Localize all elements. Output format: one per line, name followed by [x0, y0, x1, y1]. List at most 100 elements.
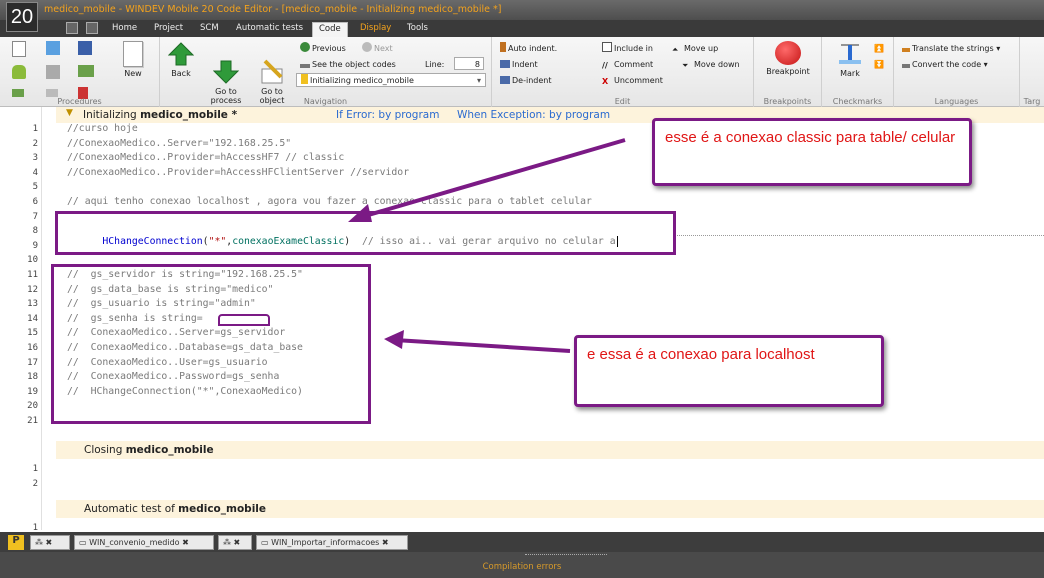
tab-code[interactable]: Code — [312, 22, 348, 37]
uncomment-button[interactable]: X Uncomment — [602, 74, 663, 87]
device-icon[interactable] — [46, 65, 62, 79]
window-title: medico_mobile - WINDEV Mobile 20 Code Ed… — [44, 4, 502, 15]
convert-code-button[interactable]: Convert the code ▾ — [902, 58, 988, 71]
menu-bar: Home Project SCM Automatic tests Code Di… — [0, 20, 1044, 37]
back-button[interactable]: Back — [166, 41, 196, 78]
code-line-1[interactable]: //curso hoje — [67, 123, 138, 134]
line-number[interactable]: 1 — [0, 124, 38, 134]
navigation-group: Back Go to process Go to object Previous… — [160, 37, 492, 107]
line-number[interactable]: 17 — [0, 358, 38, 368]
comment-button[interactable]: // Comment — [602, 58, 653, 71]
line-number[interactable]: 16 — [0, 343, 38, 353]
line-number[interactable]: 6 — [0, 197, 38, 207]
process-tab-icon[interactable]: P — [8, 535, 24, 550]
android-icon[interactable] — [12, 65, 28, 79]
tab-scm[interactable]: SCM — [194, 22, 225, 37]
line-number[interactable]: 8 — [0, 226, 38, 236]
next-button[interactable]: Next — [362, 42, 393, 55]
process-combo[interactable]: Initializing medico_mobile ▾ — [296, 73, 486, 87]
process-icon — [301, 74, 308, 84]
code-line-2[interactable]: //ConexaoMedico..Server="192.168.25.5" — [67, 138, 291, 149]
window-icon[interactable] — [78, 65, 96, 78]
comment-slash-icon: // — [602, 61, 608, 70]
line-number[interactable]: 5 — [0, 182, 38, 192]
checkmarks-group: Mark ⏫ ⏬ Checkmarks — [822, 37, 894, 107]
save-quick-icon[interactable] — [66, 22, 78, 34]
translate-strings-button[interactable]: Translate the strings ▾ — [902, 42, 1000, 55]
indent-button[interactable]: Indent — [500, 58, 538, 71]
move-up-label: Move up — [684, 44, 719, 53]
compilation-errors-pane[interactable]: Compilation errors — [0, 562, 1044, 572]
new-file-icon[interactable] — [12, 41, 28, 57]
line-number[interactable]: 2 — [0, 139, 38, 149]
line-number[interactable]: 11 — [0, 270, 38, 280]
line-number[interactable]: 21 — [0, 416, 38, 426]
section-header-automatic-test[interactable]: Automatic test of medico_mobile — [56, 500, 1044, 518]
tab-graph[interactable]: ⁂ ✖ — [30, 535, 70, 550]
line-number[interactable]: 3 — [0, 153, 38, 163]
line-number[interactable]: 18 — [0, 372, 38, 382]
line-number[interactable]: 2 — [0, 479, 38, 489]
move-up-button[interactable]: ⏶ Move up — [672, 42, 718, 55]
line-number[interactable]: 14 — [0, 314, 38, 324]
tab-tools[interactable]: Tools — [401, 22, 434, 37]
tab-project[interactable]: Project — [148, 22, 189, 37]
code-editor[interactable]: 1 2 3 4 5 6 7 8 9 10 11 12 13 14 15 16 17 18 19 20 21 1 2 1 ▼ I… — [0, 107, 1044, 533]
line-number[interactable]: 7 — [0, 212, 38, 222]
line-number[interactable]: 15 — [0, 328, 38, 338]
indent-label: Indent — [512, 60, 538, 69]
breakpoints-group: Breakpoint Breakpoints — [754, 37, 822, 107]
mark-icon — [837, 41, 863, 67]
splitter-handle[interactable] — [525, 554, 607, 555]
de-indent-label: De-indent — [512, 76, 552, 85]
line-number[interactable]: 4 — [0, 168, 38, 178]
tab-win-importar-informacoes[interactable]: ▭ WIN_Importar_informacoes ✖ — [256, 535, 408, 550]
if-error-option[interactable]: If Error: by program — [336, 109, 439, 121]
line-number[interactable]: 1 — [0, 464, 38, 474]
next-mark-icon[interactable]: ⏬ — [874, 58, 884, 71]
document-icon — [123, 41, 143, 67]
section-header-closing[interactable]: Closing medico_mobile — [56, 441, 1044, 459]
move-down-button[interactable]: ⏷ Move down — [682, 58, 740, 71]
highlight-box-localhost — [51, 264, 371, 424]
tab-graph-2[interactable]: ⁂ ✖ — [218, 535, 252, 550]
translate-label: Translate the strings — [912, 44, 994, 53]
line-number[interactable]: 19 — [0, 387, 38, 397]
de-indent-button[interactable]: De-indent — [500, 74, 551, 87]
line-number-input[interactable]: 8 — [454, 57, 484, 70]
new-label: New — [124, 69, 142, 78]
see-object-codes-button[interactable]: See the object codes — [300, 58, 396, 71]
tab-home[interactable]: Home — [106, 22, 143, 37]
breakpoint-button[interactable]: Breakpoint — [760, 41, 816, 76]
go-to-process-button[interactable]: Go to process — [206, 41, 246, 105]
chevron-down-icon: ▾ — [476, 76, 481, 85]
tab-win-convenio-medido[interactable]: ▭ WIN_convenio_medido ✖ — [74, 535, 214, 550]
line-number[interactable]: 9 — [0, 241, 38, 251]
annotation-arrow-1 — [348, 138, 626, 222]
new-procedure-button[interactable]: New — [118, 41, 148, 78]
navigation-label: Navigation — [303, 97, 348, 106]
mark-button[interactable]: Mark — [830, 41, 870, 78]
see-codes-label: See the object codes — [312, 60, 396, 69]
grid-quick-icon[interactable] — [86, 22, 98, 34]
previous-button[interactable]: Previous — [300, 42, 346, 55]
include-in-button[interactable]: Include in — [602, 42, 653, 55]
edit-group: Auto indent. Indent De-indent Include in… — [492, 37, 754, 107]
previous-mark-icon[interactable]: ⏫ — [874, 42, 884, 55]
code-line-3[interactable]: //ConexaoMedico..Provider=hAccessHF7 // … — [67, 152, 344, 163]
procedures-label: Procedures — [57, 97, 102, 106]
line-number[interactable]: 20 — [0, 401, 38, 411]
windev-logo[interactable]: 20 — [6, 2, 38, 32]
comment-label: Comment — [614, 60, 654, 69]
go-to-object-button[interactable]: Go to object — [252, 41, 292, 105]
open-file-icon[interactable] — [46, 41, 62, 55]
line-number[interactable]: 13 — [0, 299, 38, 309]
ribbon: New Procedures Back Go to process Go to … — [0, 37, 1044, 107]
when-exception-option[interactable]: When Exception: by program — [457, 109, 610, 121]
tab-display[interactable]: Display — [354, 22, 397, 37]
line-number[interactable]: 12 — [0, 285, 38, 295]
save-file-icon[interactable] — [78, 41, 94, 55]
tab-automatic-tests[interactable]: Automatic tests — [230, 22, 309, 37]
auto-indent-button[interactable]: Auto indent. — [500, 42, 557, 55]
line-number[interactable]: 10 — [0, 255, 38, 265]
